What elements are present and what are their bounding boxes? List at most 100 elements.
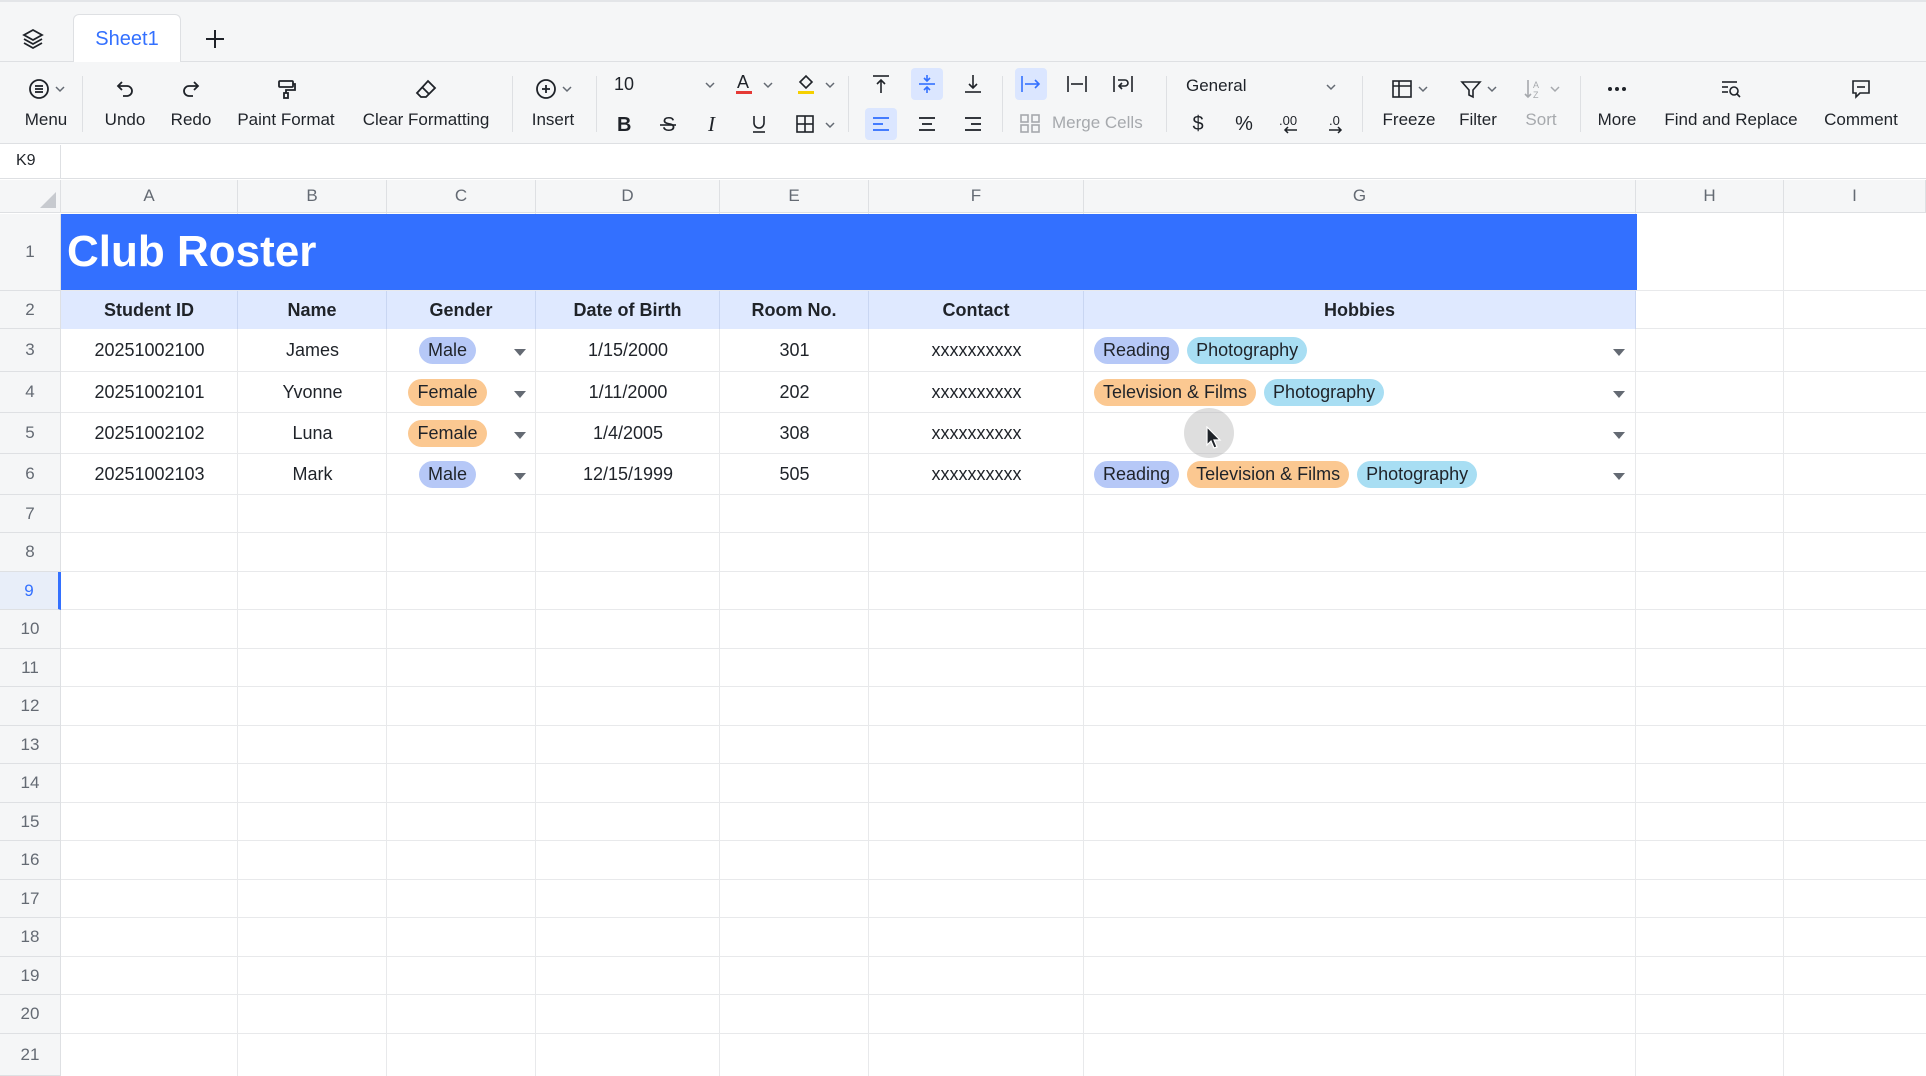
- header-cell-gender[interactable]: Gender: [387, 291, 536, 329]
- room-cell[interactable]: 308: [720, 413, 869, 454]
- hobbies-cell[interactable]: Reading Photography: [1094, 329, 1308, 372]
- row-header-6[interactable]: 6: [0, 454, 61, 495]
- room-cell[interactable]: 505: [720, 454, 869, 495]
- merge-cells-button[interactable]: Merge Cells: [1018, 112, 1143, 134]
- header-cell-contact[interactable]: Contact: [869, 291, 1084, 329]
- contact-cell[interactable]: xxxxxxxxxx: [869, 372, 1084, 413]
- row-header-20[interactable]: 20: [0, 995, 61, 1034]
- chevron-down-icon[interactable]: [825, 80, 835, 90]
- add-sheet-button[interactable]: [200, 24, 230, 54]
- row-header-2[interactable]: 2: [0, 291, 61, 329]
- select-all-corner[interactable]: [0, 180, 61, 213]
- more-button[interactable]: More: [1592, 74, 1642, 138]
- dob-cell[interactable]: 1/11/2000: [536, 372, 720, 413]
- dropdown-arrow-icon[interactable]: [1613, 390, 1625, 398]
- currency-button[interactable]: $: [1182, 108, 1214, 140]
- align-middle-button[interactable]: [911, 68, 943, 100]
- dropdown-arrow-icon[interactable]: [514, 390, 526, 398]
- row-header-14[interactable]: 14: [0, 764, 61, 803]
- column-header-a[interactable]: A: [61, 180, 238, 213]
- column-header-g[interactable]: G: [1084, 180, 1636, 213]
- row-header-18[interactable]: 18: [0, 918, 61, 957]
- student-id-cell[interactable]: 20251002101: [61, 372, 238, 413]
- borders-button[interactable]: [789, 108, 821, 140]
- dropdown-arrow-icon[interactable]: [1613, 348, 1625, 356]
- row-header-12[interactable]: 12: [0, 687, 61, 726]
- dropdown-arrow-icon[interactable]: [514, 431, 526, 439]
- row-header-8[interactable]: 8: [0, 533, 61, 572]
- room-cell[interactable]: 301: [720, 329, 869, 372]
- spreadsheet-grid[interactable]: A B C D E F G H I 1 2 3 4 5 6 7 8 9 10 11 12 13 14 15 16 17 18 19 20…: [0, 180, 1926, 1076]
- row-header-9[interactable]: 9: [0, 572, 61, 610]
- gender-cell[interactable]: Male: [387, 329, 536, 372]
- header-cell-name[interactable]: Name: [238, 291, 387, 329]
- student-id-cell[interactable]: 20251002100: [61, 329, 238, 372]
- row-header-16[interactable]: 16: [0, 841, 61, 880]
- undo-button[interactable]: Undo: [98, 74, 152, 138]
- bold-button[interactable]: B: [607, 108, 639, 140]
- comment-button[interactable]: Comment: [1818, 74, 1904, 138]
- align-left-button[interactable]: [865, 108, 897, 140]
- contact-cell[interactable]: xxxxxxxxxx: [869, 329, 1084, 372]
- sheet-title-band[interactable]: Club Roster: [61, 214, 1637, 290]
- chevron-down-icon[interactable]: [825, 120, 835, 130]
- name-cell[interactable]: Luna: [238, 413, 387, 454]
- menu-button[interactable]: Menu: [18, 74, 74, 138]
- insert-button[interactable]: Insert: [526, 74, 580, 138]
- fill-color-button[interactable]: [790, 68, 822, 100]
- dropdown-arrow-icon[interactable]: [1613, 431, 1625, 439]
- paint-format-button[interactable]: Paint Format: [230, 74, 342, 138]
- row-header-3[interactable]: 3: [0, 329, 61, 372]
- row-header-15[interactable]: 15: [0, 803, 61, 841]
- column-header-b[interactable]: B: [238, 180, 387, 213]
- decrease-decimal-button[interactable]: .00: [1274, 108, 1306, 140]
- column-header-d[interactable]: D: [536, 180, 720, 213]
- header-cell-hobbies[interactable]: Hobbies: [1084, 291, 1636, 329]
- name-cell[interactable]: Mark: [238, 454, 387, 495]
- row-header-4[interactable]: 4: [0, 372, 61, 413]
- dob-cell[interactable]: 1/15/2000: [536, 329, 720, 372]
- font-color-button[interactable]: A: [728, 68, 760, 100]
- row-header-21[interactable]: 21: [0, 1034, 61, 1076]
- clear-formatting-button[interactable]: Clear Formatting: [356, 74, 496, 138]
- row-header-19[interactable]: 19: [0, 957, 61, 995]
- dropdown-arrow-icon[interactable]: [514, 472, 526, 480]
- cell-reference[interactable]: K9: [16, 152, 36, 170]
- freeze-button[interactable]: Freeze: [1376, 74, 1442, 138]
- header-cell-date-of-birth[interactable]: Date of Birth: [536, 291, 720, 329]
- tab-sheet1[interactable]: Sheet1: [73, 14, 181, 64]
- sort-button[interactable]: AZ Sort: [1516, 74, 1566, 138]
- student-id-cell[interactable]: 20251002102: [61, 413, 238, 454]
- strikethrough-button[interactable]: S: [652, 108, 684, 140]
- align-right-button[interactable]: [957, 108, 989, 140]
- name-cell[interactable]: Yvonne: [238, 372, 387, 413]
- dropdown-arrow-icon[interactable]: [1613, 472, 1625, 480]
- row-header-7[interactable]: 7: [0, 495, 61, 533]
- column-header-f[interactable]: F: [869, 180, 1084, 213]
- redo-button[interactable]: Redo: [164, 74, 218, 138]
- row-header-5[interactable]: 5: [0, 413, 61, 454]
- row-header-11[interactable]: 11: [0, 649, 61, 687]
- filter-button[interactable]: Filter: [1452, 74, 1504, 138]
- align-top-button[interactable]: [865, 68, 897, 100]
- row-header-17[interactable]: 17: [0, 880, 61, 918]
- gender-cell[interactable]: Female: [387, 372, 536, 413]
- room-cell[interactable]: 202: [720, 372, 869, 413]
- percent-button[interactable]: %: [1228, 108, 1260, 140]
- underline-button[interactable]: [743, 108, 775, 140]
- contact-cell[interactable]: xxxxxxxxxx: [869, 413, 1084, 454]
- increase-decimal-button[interactable]: .0: [1320, 108, 1352, 140]
- dropdown-arrow-icon[interactable]: [514, 348, 526, 356]
- row-header-1[interactable]: 1: [0, 214, 61, 291]
- chevron-down-icon[interactable]: [763, 80, 773, 90]
- column-header-c[interactable]: C: [387, 180, 536, 213]
- hobbies-cell[interactable]: Reading Television & Films Photography: [1094, 454, 1478, 495]
- font-size-select[interactable]: 10: [614, 74, 634, 95]
- row-header-10[interactable]: 10: [0, 610, 61, 649]
- gender-cell[interactable]: Female: [387, 413, 536, 454]
- chevron-down-icon[interactable]: [1326, 82, 1336, 92]
- wrap-button[interactable]: [1107, 68, 1139, 100]
- column-header-h[interactable]: H: [1636, 180, 1784, 213]
- clip-button[interactable]: [1061, 68, 1093, 100]
- number-format-select[interactable]: General: [1186, 76, 1246, 96]
